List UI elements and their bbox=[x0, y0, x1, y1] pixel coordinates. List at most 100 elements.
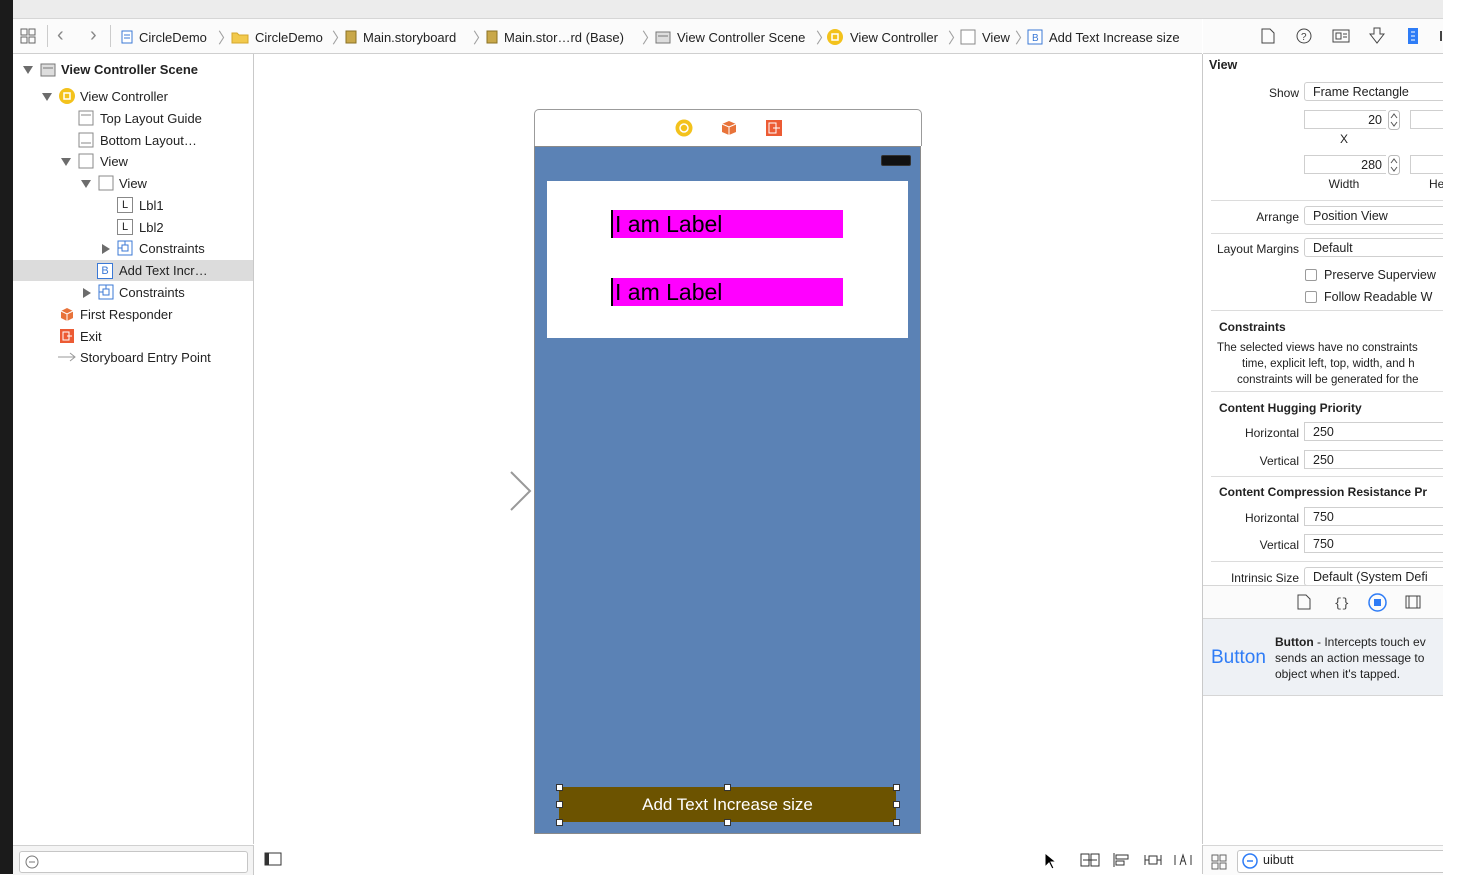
disclosure-triangle-icon[interactable] bbox=[42, 93, 52, 101]
outline-add-text-button[interactable]: B Add Text Incr… bbox=[13, 260, 253, 281]
outline-exit[interactable]: Exit bbox=[13, 326, 253, 347]
code-snippet-icon[interactable]: {} bbox=[1333, 594, 1349, 610]
disclosure-triangle-icon[interactable] bbox=[83, 288, 91, 298]
x-stepper-icon[interactable] bbox=[1388, 110, 1400, 130]
resize-handle[interactable] bbox=[893, 819, 900, 826]
attributes-inspector-icon[interactable] bbox=[1369, 27, 1385, 45]
crumb-label: Main.stor…rd (Base) bbox=[504, 29, 624, 45]
inspector-panel bbox=[1203, 19, 1443, 874]
show-select[interactable]: Frame Rectangle bbox=[1304, 82, 1443, 101]
crumb-storyboard-base[interactable]: Main.stor…rd (Base) bbox=[486, 28, 624, 46]
media-library-icon[interactable] bbox=[1405, 594, 1421, 610]
compression-title: Content Compression Resistance Pr bbox=[1219, 485, 1428, 499]
outline-bottom-layout-guide[interactable]: Bottom Layout… bbox=[13, 130, 253, 151]
exit-icon bbox=[60, 329, 74, 343]
view-controller-icon bbox=[59, 88, 75, 104]
help-icon[interactable]: ? bbox=[1296, 28, 1312, 44]
label-lbl2[interactable]: I am Label bbox=[611, 278, 843, 306]
resolve-issues-icon[interactable] bbox=[1173, 852, 1193, 868]
toggle-outline-icon[interactable] bbox=[264, 852, 282, 866]
view-icon bbox=[960, 29, 976, 45]
file-inspector-icon[interactable] bbox=[1261, 28, 1275, 44]
canvas-bottom-bar bbox=[254, 845, 1203, 874]
align-icon[interactable] bbox=[1112, 852, 1132, 868]
outline-view[interactable]: View bbox=[13, 151, 253, 172]
hugging-horizontal-field[interactable]: 250 bbox=[1304, 422, 1443, 441]
identity-inspector-icon[interactable] bbox=[1332, 28, 1350, 44]
stack-icon[interactable] bbox=[1080, 852, 1100, 868]
resize-handle[interactable] bbox=[893, 801, 900, 808]
crumb-storyboard[interactable]: Main.storyboard bbox=[345, 28, 456, 46]
battery-icon bbox=[881, 155, 911, 166]
resize-handle[interactable] bbox=[556, 819, 563, 826]
file-template-icon[interactable] bbox=[1297, 594, 1311, 610]
crumb-folder[interactable]: CircleDemo bbox=[231, 28, 323, 46]
outline-lbl1[interactable]: L Lbl1 bbox=[13, 195, 253, 216]
outline-constraints-inner[interactable]: Constraints bbox=[13, 238, 253, 259]
follow-readable-checkbox[interactable] bbox=[1305, 291, 1317, 303]
crumb-view[interactable]: View bbox=[960, 28, 1010, 46]
disclosure-triangle-icon[interactable] bbox=[81, 180, 91, 188]
library-description: Button - Intercepts touch ev sends an ac… bbox=[1275, 634, 1443, 682]
outline-view-controller[interactable]: View Controller bbox=[13, 86, 253, 107]
outline-subview[interactable]: View bbox=[13, 173, 253, 194]
intrinsic-size-select[interactable]: Default (System Defi bbox=[1304, 567, 1443, 586]
arrange-select[interactable]: Position View bbox=[1304, 206, 1443, 225]
resize-handle[interactable] bbox=[556, 784, 563, 791]
disclosure-triangle-icon[interactable] bbox=[102, 244, 110, 254]
object-library-icon[interactable] bbox=[1368, 593, 1387, 612]
label-icon: L bbox=[117, 219, 133, 235]
compression-vertical-field[interactable]: 750 bbox=[1304, 534, 1443, 553]
crumb-scene[interactable]: View Controller Scene bbox=[655, 28, 805, 46]
resize-handle[interactable] bbox=[724, 784, 731, 791]
add-text-button[interactable]: Add Text Increase size bbox=[559, 787, 896, 822]
layout-margins-select[interactable]: Default bbox=[1304, 238, 1443, 257]
crumb-button[interactable]: B Add Text Increase size bbox=[1027, 28, 1180, 46]
container-view[interactable] bbox=[547, 181, 908, 338]
y-field[interactable] bbox=[1410, 110, 1443, 129]
forward-button[interactable]: › bbox=[90, 24, 97, 47]
library-tabs: {} bbox=[1203, 585, 1443, 619]
resize-handle[interactable] bbox=[556, 801, 563, 808]
size-inspector-icon[interactable] bbox=[1407, 27, 1419, 45]
outline-entry-point[interactable]: Storyboard Entry Point bbox=[13, 347, 253, 368]
exit-icon[interactable] bbox=[765, 119, 783, 137]
resize-handle[interactable] bbox=[893, 784, 900, 791]
toolbar-strip bbox=[13, 0, 1443, 19]
crumb-view-controller[interactable]: View Controller bbox=[826, 28, 938, 46]
first-responder-icon[interactable] bbox=[720, 119, 738, 137]
divider bbox=[1211, 476, 1443, 477]
library-filter-field[interactable]: uibutt bbox=[1237, 850, 1444, 873]
label-lbl1[interactable]: I am Label bbox=[611, 210, 843, 238]
pin-icon[interactable] bbox=[1143, 852, 1163, 868]
outline-constraints[interactable]: Constraints bbox=[13, 282, 253, 303]
outline-first-responder[interactable]: First Responder bbox=[13, 304, 253, 325]
outline-label: Constraints bbox=[139, 241, 205, 256]
library-detail[interactable]: Button Button - Intercepts touch ev send… bbox=[1203, 618, 1443, 696]
grid-view-icon[interactable] bbox=[1211, 854, 1227, 870]
outline-scene[interactable]: View Controller Scene bbox=[13, 59, 253, 80]
x-field[interactable]: 20 bbox=[1304, 110, 1386, 129]
related-items-icon[interactable] bbox=[20, 28, 36, 44]
button-icon: B bbox=[1027, 29, 1043, 45]
width-field[interactable]: 280 bbox=[1304, 155, 1386, 174]
show-label: Show bbox=[1268, 86, 1299, 100]
outline-label: View bbox=[119, 176, 147, 191]
back-button[interactable]: ‹ bbox=[57, 24, 64, 47]
crumb-label: Add Text Increase size bbox=[1049, 29, 1180, 45]
outline-filter-field[interactable] bbox=[19, 851, 248, 873]
outline-lbl2[interactable]: L Lbl2 bbox=[13, 217, 253, 238]
compression-horizontal-field[interactable]: 750 bbox=[1304, 507, 1443, 526]
view-controller-icon[interactable] bbox=[675, 119, 693, 137]
width-stepper-icon[interactable] bbox=[1388, 155, 1400, 175]
svg-text:?: ? bbox=[1301, 32, 1307, 43]
outline-top-layout-guide[interactable]: Top Layout Guide bbox=[13, 108, 253, 129]
preserve-superview-checkbox[interactable] bbox=[1305, 269, 1317, 281]
height-field[interactable] bbox=[1410, 155, 1443, 174]
hugging-vertical-field[interactable]: 250 bbox=[1304, 450, 1443, 469]
disclosure-triangle-icon[interactable] bbox=[23, 66, 33, 74]
crumb-project[interactable]: CircleDemo bbox=[121, 28, 207, 46]
disclosure-triangle-icon[interactable] bbox=[61, 158, 71, 166]
resize-handle[interactable] bbox=[724, 819, 731, 826]
scene-dock bbox=[534, 109, 922, 146]
